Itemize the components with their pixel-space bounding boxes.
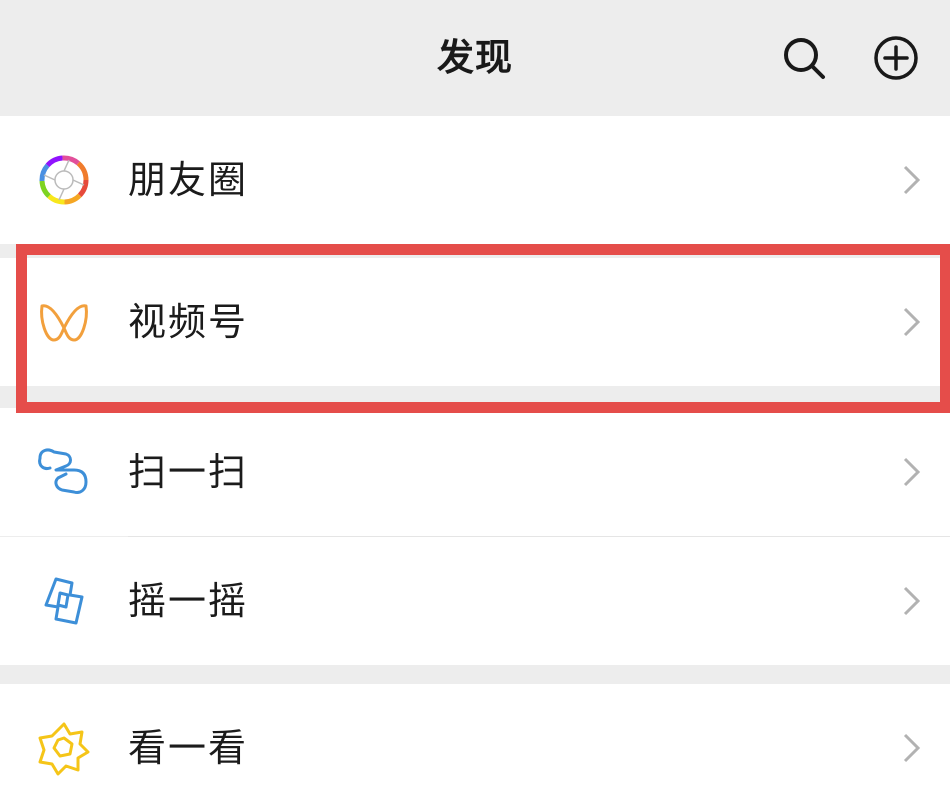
channels-icon [40,304,88,342]
scan-icon [38,448,88,494]
chevron-right-icon [903,165,921,195]
menu-item-shake[interactable]: 摇一摇 [0,537,950,665]
chevron-right-icon [903,586,921,616]
menu-item-moments[interactable]: 朋友圈 [0,116,950,244]
search-button[interactable] [776,30,832,86]
menu-item-label: 视频号 [128,300,249,344]
menu-item-label: 看一看 [128,726,249,770]
chevron-right-icon [903,307,921,337]
search-icon [784,38,825,79]
menu-item-channels[interactable]: 视频号 [0,258,950,386]
chevron-right-icon [903,457,921,487]
moments-icon [39,155,89,205]
top-bar: 发现 [0,0,950,112]
chevron-right-icon [903,733,921,763]
menu-item-label: 朋友圈 [128,158,249,202]
shake-icon [44,577,84,625]
top-stories-icon [38,722,90,776]
menu-item-label: 扫一扫 [128,450,249,494]
menu-item-top-stories[interactable]: 看一看 [0,684,950,812]
add-button[interactable] [868,30,924,86]
plus-circle-icon [874,36,918,80]
menu-item-scan[interactable]: 扫一扫 [0,408,950,536]
menu-item-label: 摇一摇 [128,579,249,623]
